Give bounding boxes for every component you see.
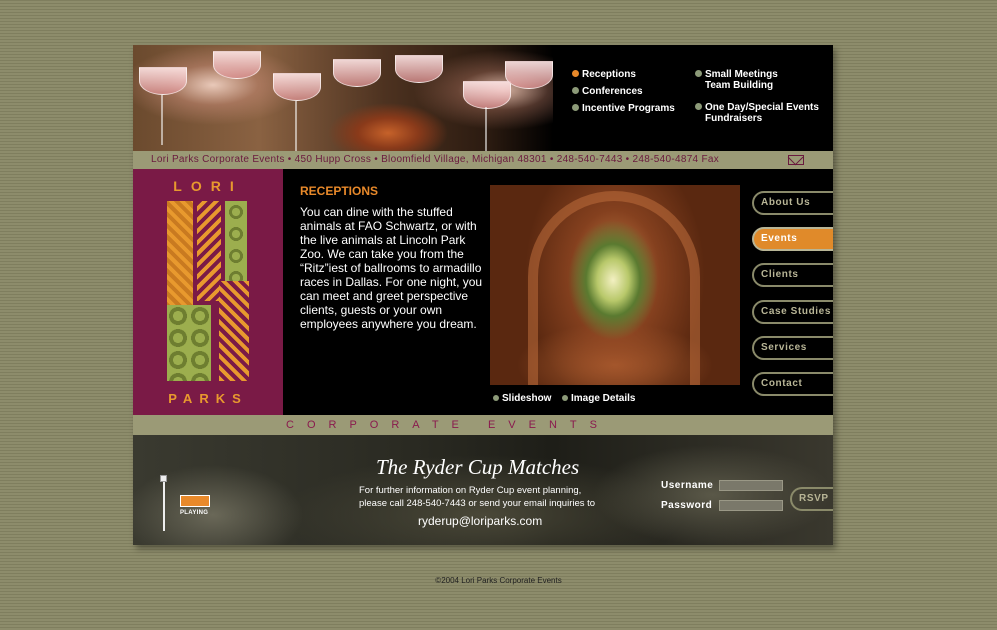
glass-stem bbox=[295, 101, 297, 151]
volume-handle[interactable] bbox=[160, 475, 167, 482]
glass-shape bbox=[139, 67, 187, 95]
bullet-icon bbox=[695, 70, 702, 77]
ryder-cup-promo: PLAYING The Ryder Cup Matches For furthe… bbox=[133, 435, 833, 545]
section-title: RECEPTIONS bbox=[300, 184, 379, 198]
promo-email-link[interactable]: ryderup@loriparks.com bbox=[418, 514, 542, 528]
side-nav-contact[interactable]: Contact bbox=[752, 372, 833, 396]
strip-text: CORPORATE EVENTS bbox=[286, 419, 610, 431]
top-nav-special-events[interactable]: One Day/Special Events Fundraisers bbox=[695, 102, 819, 124]
side-nav-clients[interactable]: Clients bbox=[752, 263, 833, 287]
volume-slider[interactable] bbox=[163, 479, 165, 531]
bullet-icon bbox=[572, 70, 579, 77]
bullet-icon bbox=[572, 104, 579, 111]
promo-text-line: For further information on Ryder Cup eve… bbox=[359, 485, 582, 496]
address-text: Lori Parks Corporate Events • 450 Hupp C… bbox=[151, 154, 720, 165]
side-nav-services[interactable]: Services bbox=[752, 336, 833, 360]
password-label: Password bbox=[661, 500, 713, 511]
copyright-text: ©2004 Lori Parks Corporate Events bbox=[435, 576, 562, 585]
top-nav-small-meetings[interactable]: Small Meetings Team Building bbox=[695, 69, 778, 91]
glass-shape bbox=[213, 51, 261, 79]
image-details-link[interactable]: Image Details bbox=[562, 393, 635, 404]
username-input[interactable] bbox=[719, 480, 783, 491]
lori-parks-logo: LORI PARKS bbox=[133, 169, 283, 415]
envelope-icon[interactable] bbox=[788, 155, 804, 165]
site-container: Receptions Conferences Incentive Program… bbox=[133, 45, 833, 545]
music-status-label: PLAYING bbox=[180, 510, 209, 516]
logo-pattern bbox=[219, 281, 249, 381]
glass-stem bbox=[485, 107, 487, 157]
username-label: Username bbox=[661, 480, 714, 491]
glass-shape bbox=[395, 55, 443, 83]
glass-shape bbox=[463, 81, 511, 109]
glass-stem bbox=[161, 95, 163, 145]
martini-glasses-photo bbox=[133, 45, 553, 157]
promo-text-line: please call 248-540-7443 or send your em… bbox=[359, 498, 596, 509]
side-nav-case-studies[interactable]: Case Studies bbox=[752, 300, 833, 324]
glass-shape bbox=[273, 73, 321, 101]
password-input[interactable] bbox=[719, 500, 783, 511]
logo-pattern bbox=[167, 305, 211, 381]
corporate-events-strip: CORPORATE EVENTS bbox=[133, 415, 833, 435]
glass-shape bbox=[333, 59, 381, 87]
bullet-icon bbox=[493, 395, 499, 401]
top-nav-incentive-programs[interactable]: Incentive Programs bbox=[572, 103, 675, 114]
logo-text-parks: PARKS bbox=[168, 391, 248, 406]
rsvp-button[interactable]: RSVP bbox=[790, 487, 833, 511]
side-nav-about-us[interactable]: About Us bbox=[752, 191, 833, 215]
ballroom-photo bbox=[490, 185, 740, 385]
section-body: You can dine with the stuffed animals at… bbox=[300, 205, 483, 331]
slideshow-link[interactable]: Slideshow bbox=[493, 393, 551, 404]
top-nav-receptions[interactable]: Receptions bbox=[572, 69, 636, 80]
side-nav-events[interactable]: Events bbox=[752, 227, 833, 251]
logo-text-lori: LORI bbox=[173, 178, 243, 194]
address-bar: Lori Parks Corporate Events • 450 Hupp C… bbox=[133, 151, 833, 169]
main-content: LORI PARKS RECEPTIONS You can dine with … bbox=[133, 169, 833, 415]
glass-shape bbox=[505, 61, 553, 89]
arch-shape bbox=[528, 191, 700, 385]
bullet-icon bbox=[572, 87, 579, 94]
bullet-icon bbox=[562, 395, 568, 401]
top-banner: Receptions Conferences Incentive Program… bbox=[133, 45, 833, 157]
top-nav-conferences[interactable]: Conferences bbox=[572, 86, 643, 97]
logo-pattern bbox=[197, 201, 221, 301]
music-equalizer-icon[interactable] bbox=[180, 495, 210, 507]
bullet-icon bbox=[695, 103, 702, 110]
promo-title: The Ryder Cup Matches bbox=[376, 455, 580, 479]
